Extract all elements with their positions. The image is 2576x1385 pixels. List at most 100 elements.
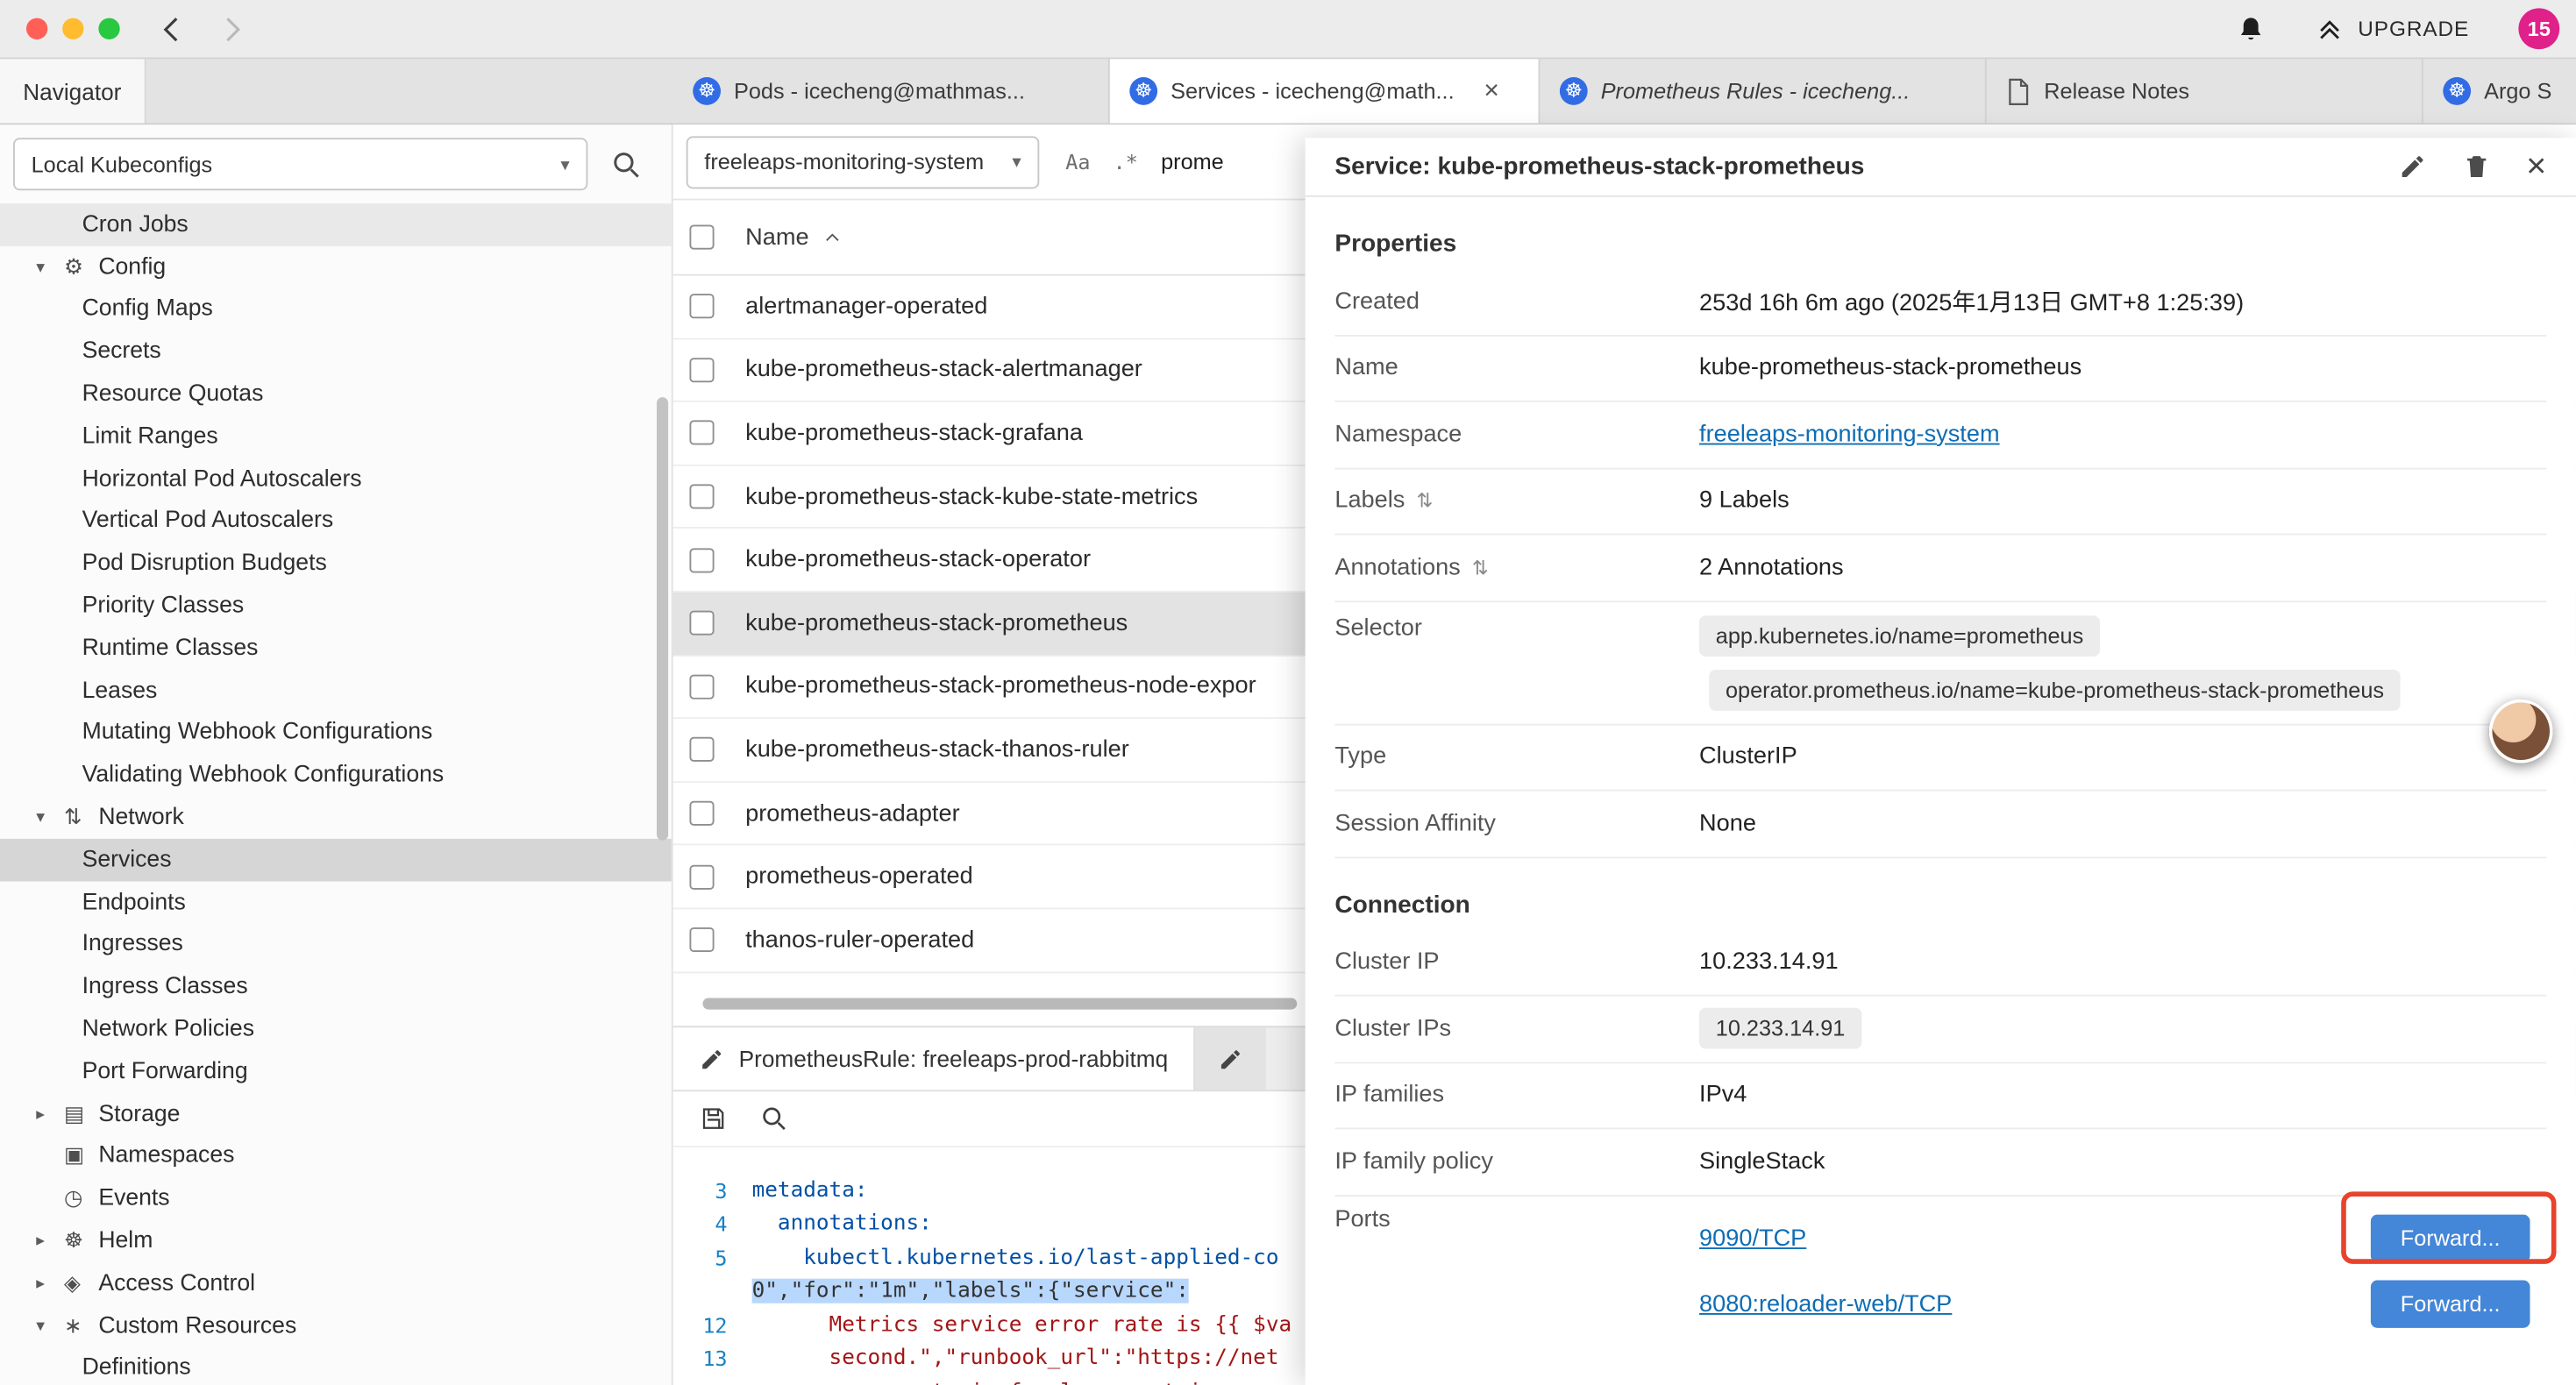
titlebar: UPGRADE 15 [0,0,2576,59]
row-checkbox[interactable] [689,864,714,889]
notifications-bell-icon[interactable] [2237,14,2266,44]
sidebar-item-limit-ranges[interactable]: Limit Ranges [0,416,672,458]
code-line: kubectl.kubernetes.io/last-applied-co [752,1246,1279,1270]
access-control-icon: ◈ [64,1270,98,1296]
sidebar-item-definitions[interactable]: Definitions [0,1346,672,1385]
tab-argo[interactable]: ☸ Argo S [2423,59,2576,123]
navigator-header[interactable]: Navigator [0,59,146,123]
row-checkbox[interactable] [689,927,714,952]
sidebar-item-secrets[interactable]: Secrets [0,330,672,373]
upgrade-button[interactable]: UPGRADE [2316,14,2470,44]
dock-tab-secondary[interactable] [1196,1027,1267,1090]
sidebar-item-services[interactable]: Services [0,839,672,881]
line-number: 5 [673,1246,752,1270]
row-checkbox[interactable] [689,611,714,636]
notification-count-badge[interactable]: 15 [2518,8,2559,49]
sidebar-item-priority-classes[interactable]: Priority Classes [0,585,672,627]
sidebar-item-config[interactable]: ▾⚙Config [0,245,672,288]
tab-release-notes[interactable]: Release Notes [1987,59,2423,123]
select-all-checkbox[interactable] [689,225,714,250]
kubeconfig-selector[interactable]: Local Kubeconfigs ▾ [13,138,587,190]
sidebar-item-vertical-pod-autoscalers[interactable]: Vertical Pod Autoscalers [0,500,672,542]
sidebar-item-endpoints[interactable]: Endpoints [0,881,672,923]
namespaces-icon: ▣ [64,1143,98,1169]
close-tab-icon[interactable]: × [1484,76,1498,106]
tab-pods[interactable]: ☸ Pods - icecheng@mathmas... [673,59,1110,123]
row-checkbox[interactable] [689,674,714,699]
sidebar-item-storage[interactable]: ▸▤Storage [0,1093,672,1135]
cluster-ips-badge: 10.233.14.91 [1699,1008,1861,1049]
row-checkbox[interactable] [689,801,714,826]
sidebar-item-pod-disruption-budgets[interactable]: Pod Disruption Budgets [0,543,672,585]
service-details-panel: Service: kube-prometheus-stack-prometheu… [1306,138,2576,1385]
row-checkbox[interactable] [689,548,714,572]
line-number: 13 [673,1346,752,1371]
match-case-toggle[interactable]: Aa [1065,149,1090,174]
row-checkbox[interactable] [689,738,714,763]
row-checkbox[interactable] [689,485,714,509]
regex-toggle[interactable]: .* [1114,149,1138,174]
search-input[interactable]: Aa .* prome [1065,149,1223,174]
navigator-tree: Cron Jobs ▾⚙Config Config Maps Secrets R… [0,203,672,1385]
search-icon[interactable] [760,1104,788,1133]
namespace-link[interactable]: freeleaps-monitoring-system [1699,422,2000,448]
sidebar-item-ingresses[interactable]: Ingresses [0,923,672,965]
row-checkbox[interactable] [689,358,714,382]
dock-tab-prometheusrule[interactable]: PrometheusRule: freeleaps-prod-rabbitmq [673,1027,1196,1090]
avatar[interactable] [2489,700,2553,764]
sidebar-item-port-forwarding[interactable]: Port Forwarding [0,1050,672,1092]
row-checkbox[interactable] [689,295,714,319]
line-number: 12 [673,1313,752,1338]
port-link[interactable]: 8080:reloader-web/TCP [1699,1291,1952,1318]
ip-family-policy-value: SingleStack [1699,1148,1825,1175]
expander-icon[interactable]: ⇅ [1416,489,1433,512]
horizontal-scrollbar[interactable] [702,998,1297,1009]
sidebar-item-events[interactable]: ◷Events [0,1177,672,1219]
sidebar-item-network[interactable]: ▾⇅Network [0,796,672,838]
back-arrow-icon[interactable] [156,12,189,45]
port-link[interactable]: 9090/TCP [1699,1225,1806,1252]
sidebar-item-validating-webhook-configurations[interactable]: Validating Webhook Configurations [0,754,672,796]
trash-icon[interactable] [2462,153,2490,181]
kubeconfig-selector-value: Local Kubeconfigs [32,152,213,176]
sidebar-item-resource-quotas[interactable]: Resource Quotas [0,373,672,415]
sidebar-item-mutating-webhook-configurations[interactable]: Mutating Webhook Configurations [0,712,672,754]
type-value: ClusterIP [1699,744,1797,771]
close-panel-icon[interactable]: × [2526,149,2546,183]
code-line: second.","runbook_url":"https://net [752,1346,1279,1371]
sidebar-item-network-policies[interactable]: Network Policies [0,1008,672,1050]
forward-button[interactable]: Forward... [2371,1214,2530,1261]
tab-prometheus-rules[interactable]: ☸ Prometheus Rules - icecheng... [1540,59,1986,123]
row-checkbox[interactable] [689,421,714,445]
maximize-window-button[interactable] [98,18,119,39]
sidebar-item-ingress-classes[interactable]: Ingress Classes [0,966,672,1008]
line-number: 4 [673,1211,752,1236]
sidebar-item-horizontal-pod-autoscalers[interactable]: Horizontal Pod Autoscalers [0,458,672,500]
tab-services[interactable]: ☸ Services - icecheng@math... × [1110,59,1541,123]
edit-pencil-icon[interactable] [2398,153,2426,181]
namespace-selector[interactable]: freeleaps-monitoring-system ▾ [687,135,1040,188]
search-icon[interactable] [611,149,643,181]
sidebar-item-config-maps[interactable]: Config Maps [0,288,672,330]
sidebar-item-namespaces[interactable]: ▣Namespaces [0,1135,672,1177]
forward-arrow-icon[interactable] [215,12,247,45]
sort-ascending-icon[interactable] [822,227,842,246]
sidebar-item-helm[interactable]: ▸☸Helm [0,1220,672,1262]
sidebar-scrollbar[interactable] [657,397,668,841]
sidebar-item-custom-resources[interactable]: ▾∗Custom Resources [0,1304,672,1346]
sidebar-item-cron-jobs[interactable]: Cron Jobs [0,203,672,245]
annotations-row: Annotations⇅ 2 Annotations [1334,535,2546,601]
navigator-sidebar: Local Kubeconfigs ▾ Cron Jobs ▾⚙Config C… [0,124,673,1385]
sidebar-item-runtime-classes[interactable]: Runtime Classes [0,627,672,669]
minimize-window-button[interactable] [62,18,83,39]
save-icon[interactable] [700,1104,728,1133]
sidebar-item-leases[interactable]: Leases [0,670,672,712]
details-panel-header: Service: kube-prometheus-stack-prometheu… [1306,138,2576,196]
close-window-button[interactable] [26,18,47,39]
chevron-down-icon: ▾ [36,257,64,276]
name-column-header[interactable]: Name [745,224,808,251]
chevron-right-icon: ▸ [36,1104,64,1123]
sidebar-item-access-control[interactable]: ▸◈Access Control [0,1262,672,1304]
forward-button[interactable]: Forward... [2371,1280,2530,1327]
expander-icon[interactable]: ⇅ [1472,556,1489,579]
